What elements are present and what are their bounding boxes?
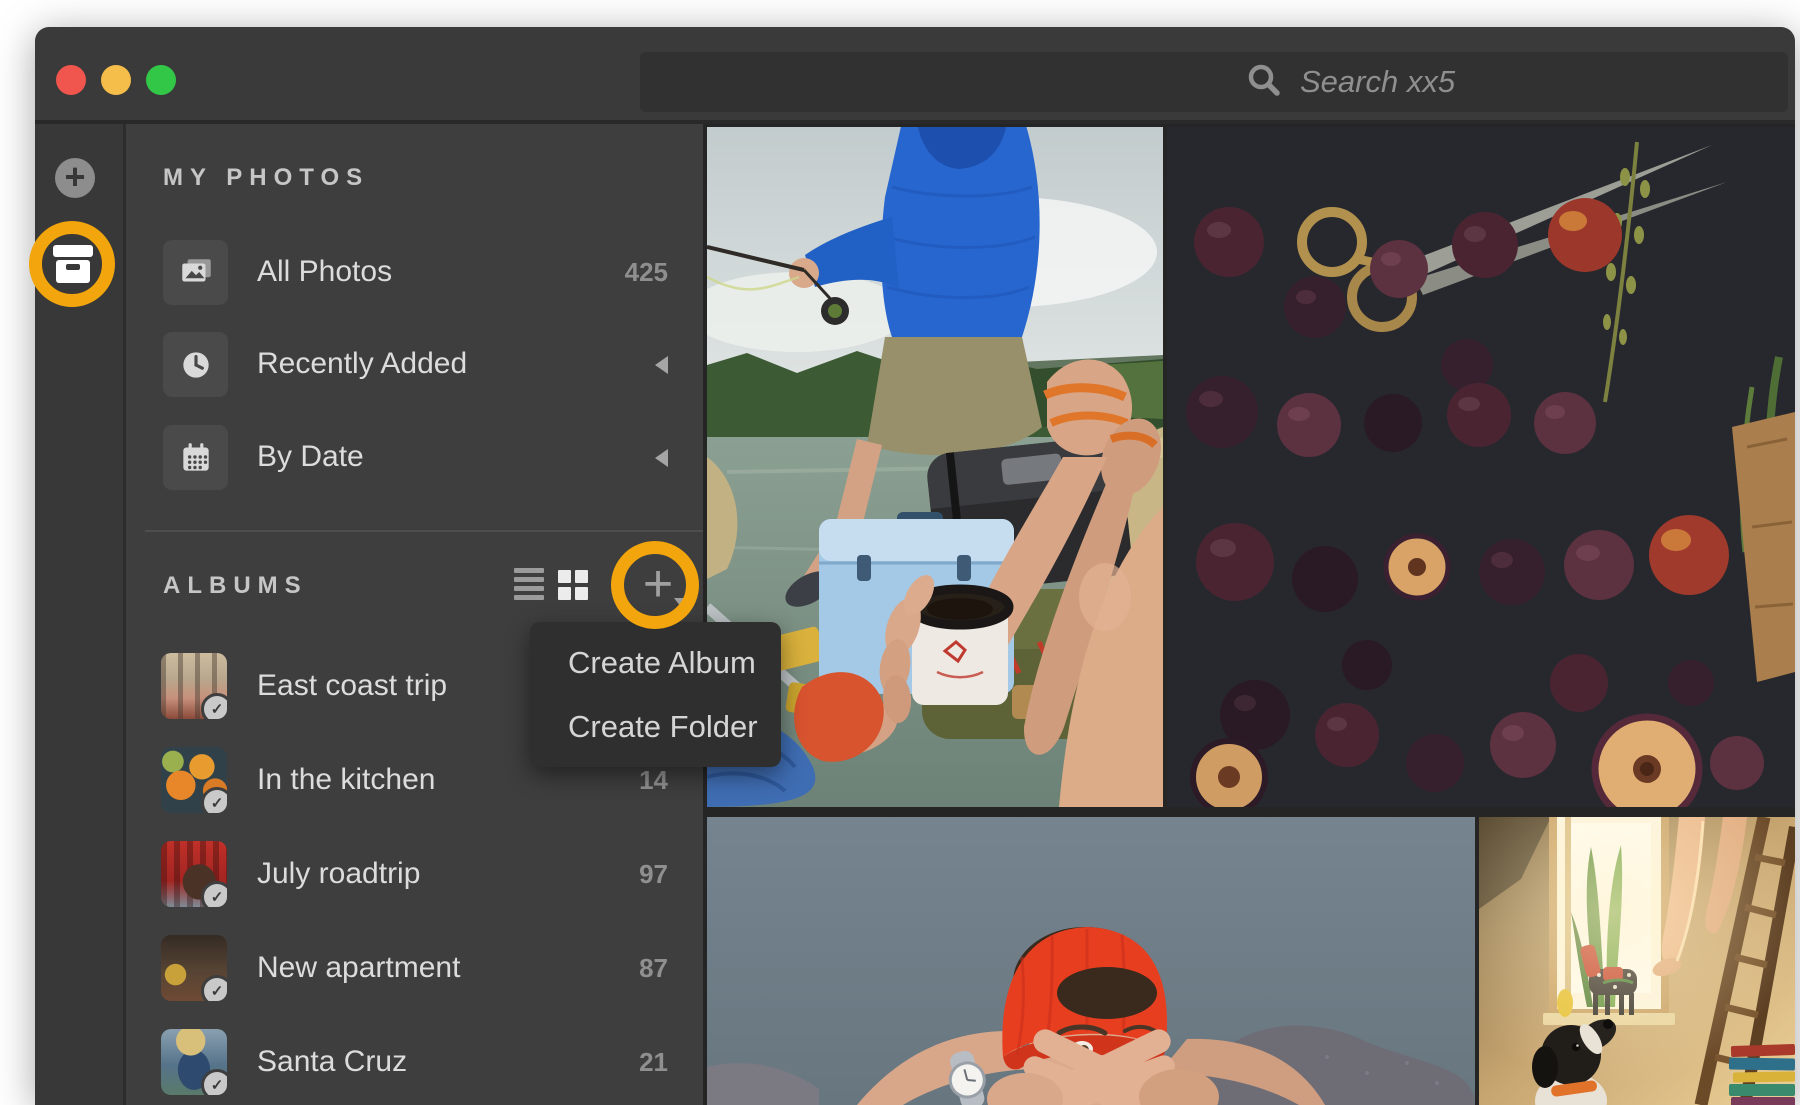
clock-icon [163, 332, 228, 397]
titlebar [35, 27, 1795, 120]
add-photos-button[interactable]: + [55, 158, 95, 198]
album-row-santa-cruz[interactable]: Santa Cruz 21 [126, 1026, 703, 1105]
album-row-july-roadtrip[interactable]: July roadtrip 97 [126, 838, 703, 924]
album-label: In the kitchen [257, 744, 435, 816]
album-label: New apartment [257, 932, 460, 1004]
album-label: July roadtrip [257, 838, 420, 910]
albums-header: ALBUMS [163, 572, 308, 600]
by-date-label: By Date [257, 421, 364, 493]
sidebar-item-all-photos[interactable]: All Photos 425 [126, 236, 703, 316]
recently-added-label: Recently Added [257, 328, 467, 400]
album-row-new-apartment[interactable]: New apartment 87 [126, 932, 703, 1018]
album-count: 87 [639, 932, 668, 1004]
album-count: 97 [639, 838, 668, 910]
sidebar-item-by-date[interactable]: By Date [126, 421, 703, 501]
synced-check-badge [201, 787, 227, 813]
album-thumbnail [161, 935, 227, 1001]
album-thumbnail [161, 653, 227, 719]
my-photos-header: MY PHOTOS [163, 164, 369, 192]
search-bar[interactable] [640, 52, 1788, 112]
grid-view-icon[interactable] [558, 570, 588, 600]
menu-caret [672, 630, 708, 650]
synced-check-badge [201, 693, 227, 719]
create-context-menu: Create Album Create Folder [530, 622, 781, 767]
photos-icon [163, 240, 228, 305]
menu-item-create-folder[interactable]: Create Folder [530, 695, 781, 759]
sidebar-item-recently-added[interactable]: Recently Added [126, 328, 703, 408]
collapse-arrow-icon[interactable] [655, 356, 668, 374]
all-photos-count: 425 [625, 236, 668, 308]
photo-dog-at-window[interactable] [1479, 817, 1795, 1105]
synced-check-badge [201, 881, 227, 907]
minimize-button[interactable] [101, 65, 131, 95]
sidebar: MY PHOTOS All Photos 425 [126, 124, 703, 1105]
left-rail: + [35, 124, 126, 1105]
album-label: East coast trip [257, 650, 447, 722]
album-count: 21 [639, 1026, 668, 1098]
collapse-arrow-icon[interactable] [655, 449, 668, 467]
sidebar-divider [145, 530, 703, 532]
zoom-button[interactable] [146, 65, 176, 95]
search-icon [1244, 60, 1284, 105]
calendar-icon [163, 425, 228, 490]
album-thumbnail [161, 1029, 227, 1095]
photo-red-beanie-portrait[interactable] [707, 817, 1475, 1105]
album-thumbnail [161, 747, 227, 813]
synced-check-badge [201, 1069, 227, 1095]
archive-box-icon [50, 273, 96, 290]
photo-grid: YETI [703, 124, 1795, 1105]
screenshot-canvas: + MY PHOTOS [0, 0, 1800, 1105]
all-photos-label: All Photos [257, 236, 392, 308]
list-view-icon[interactable] [514, 568, 544, 600]
close-button[interactable] [56, 65, 86, 95]
search-input[interactable] [1298, 63, 1782, 101]
album-label: Santa Cruz [257, 1026, 407, 1098]
album-thumbnail [161, 841, 227, 907]
archive-button[interactable] [50, 242, 96, 286]
menu-item-create-album[interactable]: Create Album [530, 631, 781, 695]
synced-check-badge [201, 975, 227, 1001]
chevron-down-icon [674, 598, 688, 607]
photo-plums-and-scissors[interactable] [1167, 127, 1795, 807]
app-window: + MY PHOTOS [35, 27, 1795, 1105]
